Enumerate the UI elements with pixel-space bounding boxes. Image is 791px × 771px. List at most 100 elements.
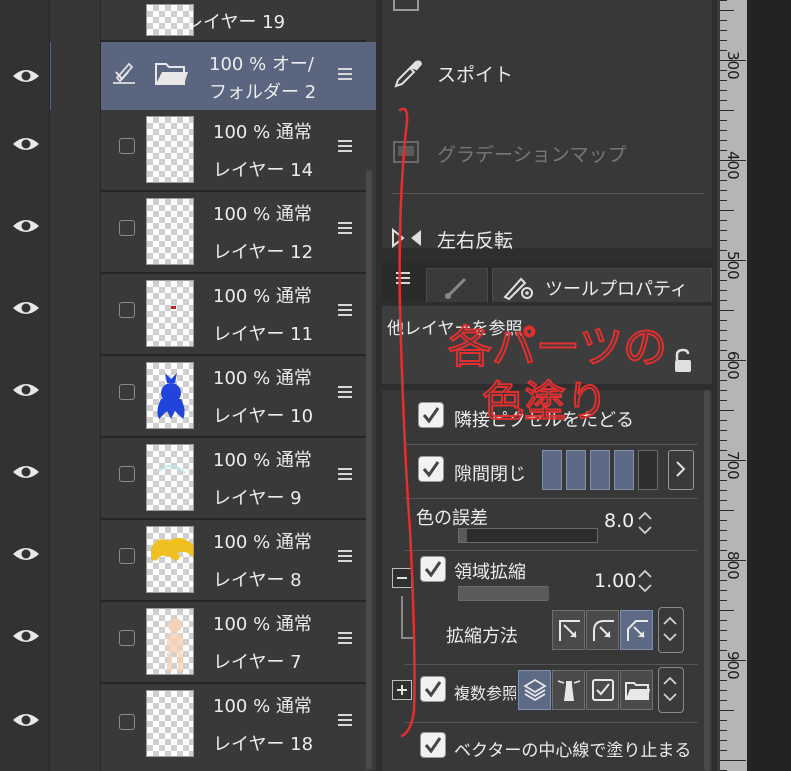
layer-scrollbar[interactable] [366,170,372,770]
scaling-method-bevel[interactable] [620,610,653,650]
color-margin-slider[interactable] [458,528,598,543]
layer-row-10[interactable]: 100 % 通常 レイヤー 10 [0,356,376,438]
separator [404,664,698,665]
menu-icon[interactable] [338,140,352,152]
sub-tool-partial[interactable] [382,0,712,20]
ruler-tick [720,580,727,581]
layer-row-8[interactable]: 100 % 通常 レイヤー 8 [0,520,376,602]
layer-row-18[interactable]: 100 % 通常 レイヤー 18 [0,684,376,771]
layer-row-12[interactable]: 100 % 通常 レイヤー 12 [0,192,376,274]
menu-icon[interactable] [338,222,352,234]
reference-folder[interactable] [620,670,653,710]
layer-checkbox[interactable] [119,138,135,154]
ruler-tick [720,710,734,711]
property-scrollbar[interactable] [704,390,710,771]
ruler-tick [720,410,734,411]
menu-icon[interactable] [338,468,352,480]
layer-name: レイヤー 10 [213,406,314,427]
close-gap-level-selector[interactable] [542,450,662,492]
eye-icon[interactable] [11,134,41,154]
color-margin-value[interactable]: 8.0 [604,510,634,532]
reference-reference-layer[interactable] [552,670,585,710]
follow-adjacent-checkbox[interactable] [418,402,444,428]
sub-tool-flip-horizontal[interactable]: 左右反転 [382,218,712,258]
padlock-icon[interactable] [672,348,694,374]
eye-icon[interactable] [11,66,41,86]
layer-row-14[interactable]: 100 % 通常 レイヤー 14 [0,110,376,192]
ruler-tick [720,730,727,731]
arrow-corner-bevel-icon [627,620,648,641]
layer-row-folder-2[interactable]: 100 % オー/ フォルダー 2 [0,42,376,110]
layer-checkbox[interactable] [119,302,135,318]
scaling-method-round[interactable] [586,610,619,650]
sub-tool-gradient-map[interactable]: グラデーションマップ [382,132,712,172]
layer-checkbox[interactable] [119,466,135,482]
lock-column [51,274,135,356]
layer-checkbox[interactable] [119,630,135,646]
ruler-label: 300 [724,51,742,80]
menu-icon[interactable] [338,714,352,726]
color-margin-spinner[interactable] [636,510,654,536]
vertical-ruler: 300 400 500 600 700 800 900 [717,0,747,771]
layer-row-9[interactable]: 100 % 通常 レイヤー 9 [0,438,376,520]
checkmark-icon [424,681,442,698]
folder-name: フォルダー 2 [209,82,317,103]
expand-button[interactable] [392,680,412,700]
eye-column [0,602,50,684]
menu-icon[interactable] [338,68,352,80]
gap-level-1[interactable] [542,450,562,490]
menu-icon[interactable] [396,272,410,284]
tab-tool-property[interactable]: ツールプロパティ [492,268,712,302]
menu-icon[interactable] [338,304,352,316]
scaling-method-spinner[interactable] [658,607,684,653]
gap-level-3[interactable] [590,450,610,490]
eye-icon[interactable] [11,380,41,400]
layer-checkbox[interactable] [119,714,135,730]
eye-icon[interactable] [11,710,41,730]
area-scaling-checkbox[interactable] [420,556,446,582]
layer-row-7[interactable]: 100 % 通常 レイヤー 7 [0,602,376,684]
gap-level-4[interactable] [614,450,634,490]
area-scaling-slider[interactable] [458,586,549,601]
layer-checkbox[interactable] [119,220,135,236]
close-gap-checkbox[interactable] [418,456,444,482]
eye-icon[interactable] [11,544,41,564]
tool-property-icon [503,277,533,301]
chevron-down-icon[interactable] [112,70,132,82]
multi-reference-spinner[interactable] [658,667,684,713]
layer-name: レイヤー 19 [185,12,286,33]
ruler-tick [720,390,727,391]
eye-icon[interactable] [11,216,41,236]
eye-icon[interactable] [11,626,41,646]
sub-tool-eyedropper[interactable]: スポイト [382,52,712,92]
layer-row-11[interactable]: 100 % 通常 レイヤー 11 [0,274,376,356]
reference-all-layers[interactable] [518,670,551,710]
eye-icon[interactable] [11,298,41,318]
ruler-tick [720,440,727,441]
layer-row-19[interactable]: レイヤー 19 [0,0,376,42]
area-scaling-value[interactable]: 1.00 [594,570,636,592]
layer-checkbox[interactable] [119,384,135,400]
eye-icon[interactable] [11,462,41,482]
vector-centerline-checkbox[interactable] [420,732,446,758]
layer-checkbox[interactable] [119,548,135,564]
reference-selected-layers[interactable] [586,670,619,710]
menu-icon[interactable] [338,386,352,398]
menu-icon[interactable] [338,550,352,562]
collapse-button[interactable] [392,568,412,588]
area-scaling-spinner[interactable] [636,568,654,594]
ruler-tick [720,210,734,211]
eye-column [0,0,50,42]
tab-brush-size[interactable] [426,268,488,302]
eye-column [0,520,50,602]
layer-info: 100 % 通常 [213,204,312,225]
canvas-area[interactable] [747,0,791,771]
ruler-edge [717,0,720,771]
red-mark-art [171,306,176,309]
menu-icon[interactable] [338,632,352,644]
scaling-method-sharp[interactable] [552,610,585,650]
multi-reference-checkbox[interactable] [420,676,446,702]
close-gap-next-button[interactable] [668,450,694,490]
gap-level-5[interactable] [638,450,658,490]
gap-level-2[interactable] [566,450,586,490]
